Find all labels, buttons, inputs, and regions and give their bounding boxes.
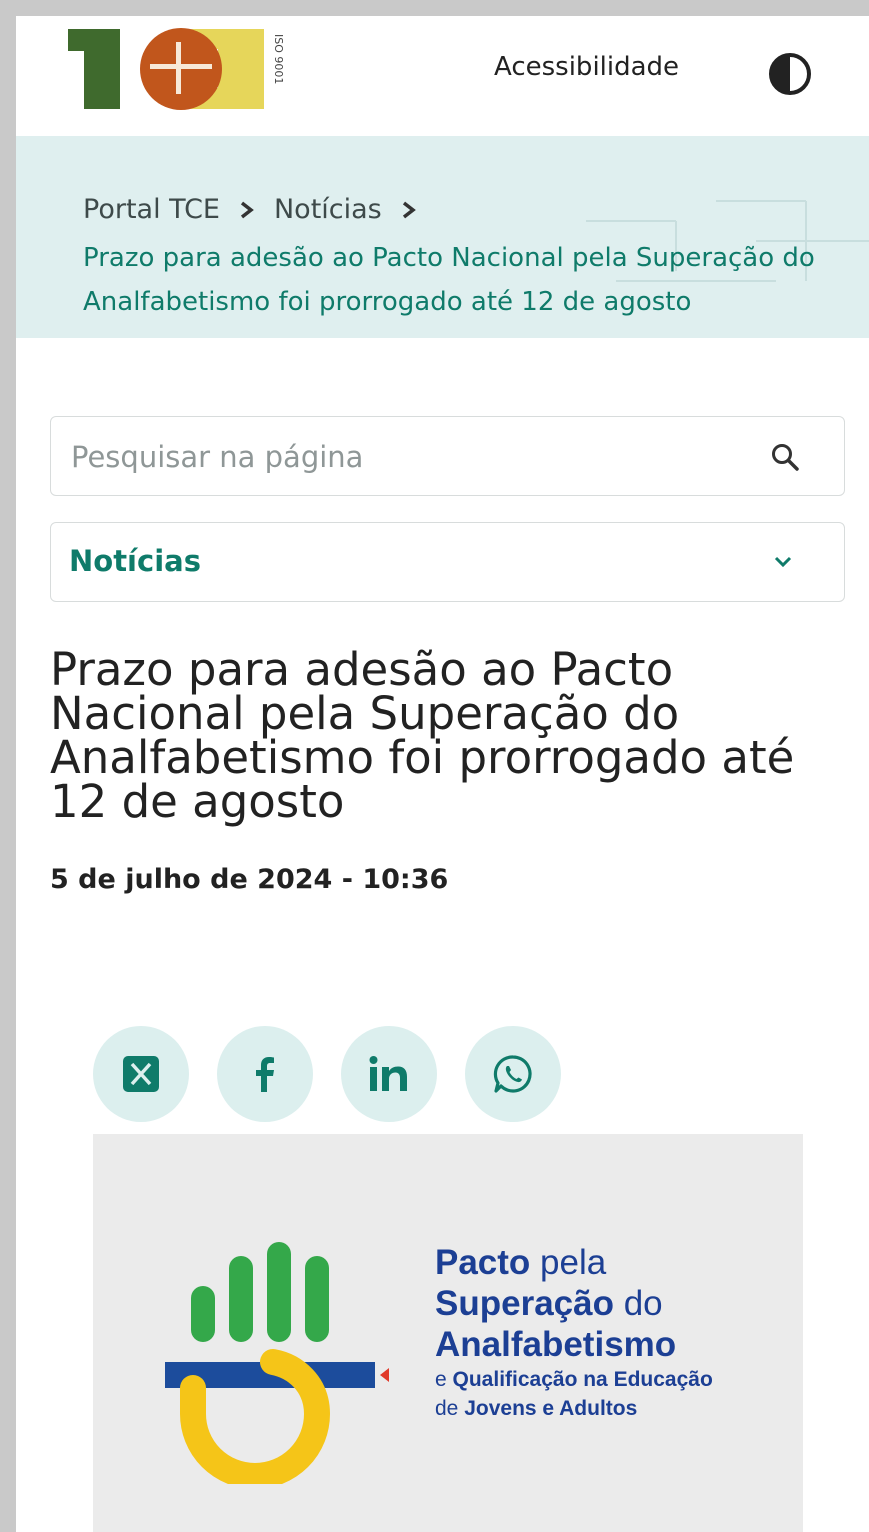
banner-word-do: do bbox=[613, 1284, 663, 1323]
article-title: Prazo para adesão ao Pacto Nacional pela… bbox=[50, 643, 795, 828]
chevron-down-icon bbox=[774, 556, 792, 568]
breadcrumb: Portal TCE Notícias Prazo para adesão ao… bbox=[16, 136, 869, 338]
breadcrumb-noticias[interactable]: Notícias bbox=[274, 194, 382, 225]
site-header: ISO 9001 Acessibilidade bbox=[16, 16, 869, 136]
banner-small-jovens: Jovens e Adultos bbox=[464, 1397, 638, 1420]
iso-label: ISO 9001 bbox=[272, 34, 285, 84]
whatsapp-icon bbox=[493, 1055, 532, 1093]
share-facebook-button[interactable] bbox=[217, 1026, 313, 1122]
linkedin-icon bbox=[369, 1056, 407, 1091]
banner-word-superacao: Superação bbox=[435, 1284, 614, 1323]
breadcrumb-trail: Portal TCE Notícias bbox=[83, 194, 436, 225]
contrast-icon[interactable] bbox=[768, 52, 812, 96]
search-input[interactable] bbox=[69, 435, 713, 479]
banner-word-analfabetismo: Analfabetismo bbox=[435, 1325, 677, 1364]
share-bar bbox=[93, 1026, 561, 1122]
share-x-button[interactable] bbox=[93, 1026, 189, 1122]
article-date: 5 de julho de 2024 - 10:36 bbox=[50, 864, 449, 895]
page: ISO 9001 Acessibilidade Portal TCE Notíc… bbox=[16, 16, 869, 1532]
banner-word-pacto: Pacto bbox=[435, 1243, 531, 1282]
share-whatsapp-button[interactable] bbox=[465, 1026, 561, 1122]
accessibility-link[interactable]: Acessibilidade bbox=[494, 52, 679, 82]
banner-small-qualificacao: Qualificação na Educação bbox=[452, 1368, 713, 1391]
banner-small-e: e bbox=[435, 1368, 453, 1391]
article-image: Pacto pela Superação do Analfabetismo e … bbox=[93, 1134, 803, 1532]
page-search bbox=[50, 416, 845, 496]
x-icon bbox=[123, 1056, 159, 1092]
section-dropdown-value: Notícias bbox=[69, 544, 201, 578]
banner-text: Pacto pela Superação do Analfabetismo e … bbox=[435, 1242, 713, 1423]
banner-small-de: de bbox=[435, 1397, 465, 1420]
banner-word-pela: pela bbox=[530, 1243, 607, 1282]
chevron-right-icon bbox=[240, 201, 254, 218]
search-icon[interactable] bbox=[770, 442, 800, 472]
share-linkedin-button[interactable] bbox=[341, 1026, 437, 1122]
breadcrumb-portal[interactable]: Portal TCE bbox=[83, 194, 220, 225]
breadcrumb-current: Prazo para adesão ao Pacto Nacional pela… bbox=[83, 243, 815, 317]
chevron-right-icon bbox=[402, 201, 416, 218]
tce-logo[interactable]: ISO 9001 bbox=[68, 24, 298, 114]
section-dropdown[interactable]: Notícias bbox=[50, 522, 845, 602]
facebook-icon bbox=[256, 1057, 274, 1092]
pacto-logo bbox=[165, 1242, 389, 1484]
